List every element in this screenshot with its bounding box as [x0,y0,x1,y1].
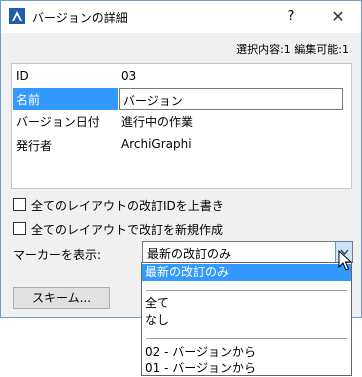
property-row-name[interactable]: 名前 バージョン [13,88,343,110]
scheme-button[interactable]: スキーム... [13,287,110,309]
property-key: 発行者 [16,139,53,153]
marker-dropdown-list: 最新の改訂のみ 全て なし 02 - バージョンから 01 - バージョンから [141,262,352,376]
property-value: ArchiGraphi [121,137,192,151]
property-value: 進行中の作業 [121,115,194,129]
name-input-value: バージョン [123,94,183,108]
dropdown-separator [146,338,347,339]
selection-status: 選択内容:1 編集可能:1 [236,43,349,56]
dropdown-option[interactable]: 全て [142,295,351,312]
property-key: ID [16,69,29,83]
window-title: バージョンの詳細 [32,11,128,25]
dropdown-option[interactable]: 02 - バージョンから [142,344,351,361]
overwrite-checkbox[interactable] [13,198,26,211]
properties-table: ID 03 名前 バージョン バージョン日付 進行中の作業 発行者 ArchiG… [11,63,352,189]
marker-label: マーカーを表示: [13,248,102,262]
property-row-date[interactable]: バージョン日付 進行中の作業 [13,110,343,132]
mouse-pointer-icon [338,250,353,271]
dropdown-option[interactable]: 最新の改訂のみ [142,264,351,281]
help-button[interactable]: ? [276,5,306,29]
new-revision-label: 全てのレイアウトで改訂を新規作成 [31,223,224,237]
close-button[interactable]: ✕ [321,5,355,29]
property-row-id[interactable]: ID 03 [13,66,343,88]
marker-select-value: 最新の改訂のみ [147,247,232,261]
property-key: 名前 [16,93,41,107]
archicad-icon [9,8,25,24]
property-key: バージョン日付 [16,115,100,129]
property-value: 03 [121,69,137,83]
title-bar: バージョンの詳細 ? ✕ [1,1,361,33]
overwrite-label: 全てのレイアウトの改訂IDを上書き [31,199,224,213]
marker-select[interactable]: 最新の改訂のみ [142,241,353,263]
dropdown-separator [146,290,347,291]
dropdown-option[interactable]: なし [142,312,351,329]
new-revision-checkbox[interactable] [13,222,26,235]
dropdown-option[interactable]: 01 - バージョンから [142,360,351,377]
name-input[interactable]: バージョン [119,88,343,110]
property-row-issuer[interactable]: 発行者 ArchiGraphi [13,134,343,156]
